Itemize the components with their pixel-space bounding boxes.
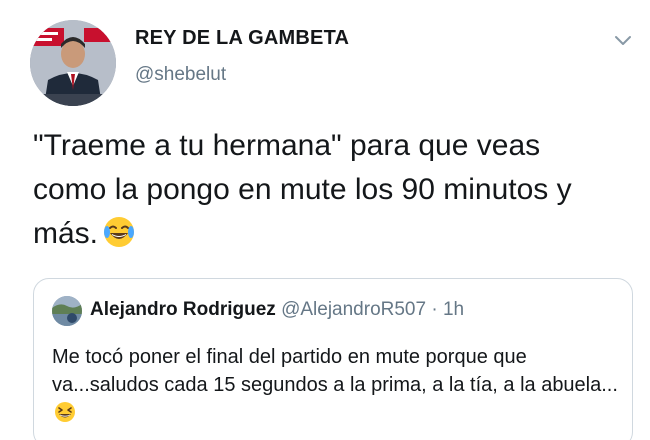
quoted-user-handle[interactable]: @AlejandroR507 [281, 299, 426, 320]
tweet-card: REY DE LA GAMBETA @shebelut "Traeme a tu… [0, 0, 650, 440]
quoted-timestamp[interactable]: 1h [443, 299, 464, 320]
quoted-display-name[interactable]: Alejandro Rodriguez [90, 299, 276, 320]
tweet-text: "Traeme a tu hermana" para que veas como… [33, 124, 593, 262]
face-with-tears-of-joy-icon [102, 215, 136, 262]
quoted-separator: · [431, 299, 438, 320]
quoted-avatar[interactable] [52, 296, 82, 326]
avatar-photo-icon [30, 20, 116, 106]
quoted-tweet[interactable]: Alejandro Rodriguez @AlejandroR507 · 1h … [33, 278, 633, 440]
grinning-squinting-face-icon [54, 401, 76, 431]
quoted-header: Alejandro Rodriguez @AlejandroR507 · 1h [90, 299, 464, 321]
quoted-text: Me tocó poner el final del partido en mu… [52, 343, 627, 431]
quoted-avatar-photo-icon [52, 296, 82, 326]
chevron-down-icon[interactable] [612, 32, 634, 48]
quoted-text-body: Me tocó poner el final del partido en mu… [52, 346, 618, 396]
avatar[interactable] [30, 20, 116, 106]
user-handle[interactable]: @shebelut [135, 64, 226, 86]
display-name[interactable]: REY DE LA GAMBETA [135, 27, 349, 50]
